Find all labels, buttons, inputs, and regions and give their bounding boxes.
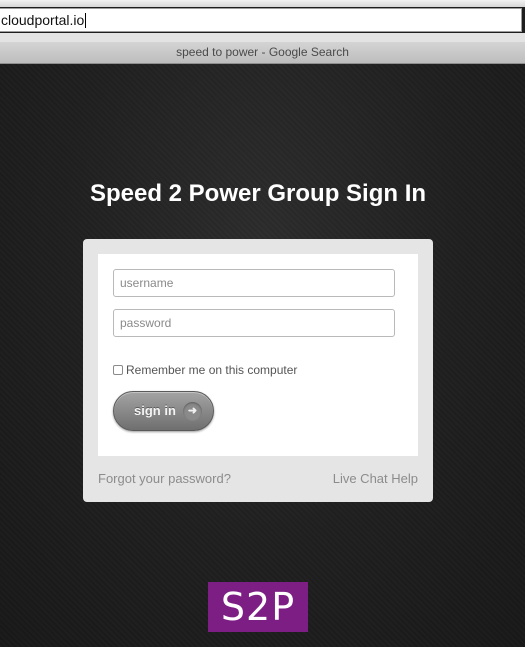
browser-top-strip [0, 0, 525, 7]
sign-in-card: Remember me on this computer sign in ➜ F… [83, 239, 433, 502]
address-bar-text: cloudportal.io [1, 12, 85, 28]
username-input[interactable] [113, 269, 395, 297]
remember-label: Remember me on this computer [126, 363, 298, 377]
sign-in-button[interactable]: sign in ➜ [113, 391, 214, 431]
remember-me[interactable]: Remember me on this computer [113, 362, 297, 378]
remember-checkbox[interactable] [113, 365, 123, 375]
page-title: Speed 2 Power Group Sign In [89, 180, 427, 207]
arrow-right-icon: ➜ [183, 402, 202, 421]
page-content: Speed 2 Power Group Sign In Remember me … [0, 64, 525, 647]
s2p-logo: S2P [208, 582, 308, 632]
window-title: speed to power - Google Search [0, 42, 525, 64]
text-caret [85, 13, 87, 28]
browser-tab-strip [0, 33, 525, 42]
address-bar[interactable]: cloudportal.io [0, 8, 522, 32]
forgot-password-link[interactable]: Forgot your password? [98, 471, 231, 486]
password-input[interactable] [113, 309, 395, 337]
sign-in-label: sign in [134, 403, 176, 418]
live-chat-help-link[interactable]: Live Chat Help [333, 471, 418, 486]
sign-in-form: Remember me on this computer sign in ➜ [98, 254, 418, 456]
